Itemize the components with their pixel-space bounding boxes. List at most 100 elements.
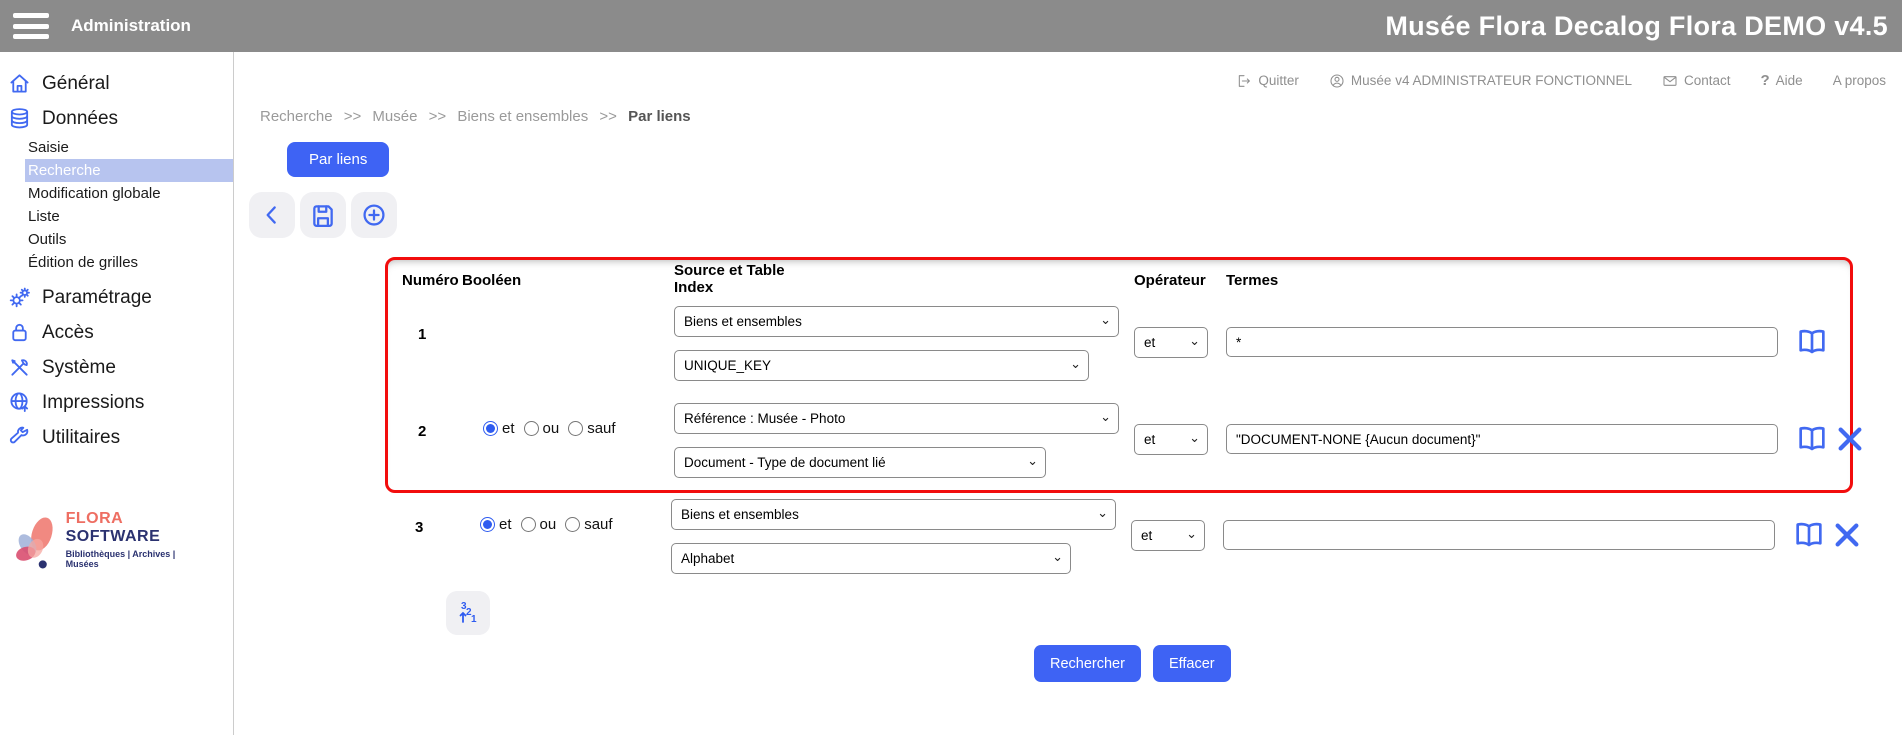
home-icon <box>8 72 31 95</box>
exit-icon <box>1236 73 1252 89</box>
breadcrumb-separator: >> <box>429 108 447 125</box>
sidebar: Général Données Saisie Recherche Modific… <box>0 52 234 735</box>
help-label: Aide <box>1776 73 1803 88</box>
delete-x-icon <box>1831 519 1863 551</box>
header-booleen: Booléen <box>462 272 521 289</box>
envelope-icon <box>1662 73 1678 89</box>
index-browse-button-row1[interactable] <box>1796 326 1828 358</box>
sidebar-item-acces[interactable]: Accès <box>0 315 233 350</box>
source-select-row3[interactable]: Biens et ensembles <box>671 499 1116 530</box>
radio-sauf-row2[interactable]: sauf <box>568 420 615 437</box>
index-browse-button-row2[interactable] <box>1796 423 1828 455</box>
breadcrumb-part[interactable]: Recherche <box>260 108 333 125</box>
sidebar-item-donnees[interactable]: Données <box>0 101 233 136</box>
sidebar-item-general[interactable]: Général <box>0 66 233 101</box>
terms-input-row1[interactable] <box>1226 327 1778 357</box>
sidebar-item-label: Système <box>42 357 116 379</box>
radio-ou-row2[interactable]: ou <box>524 420 560 437</box>
sidebar-item-label: Impressions <box>42 392 144 414</box>
current-user[interactable]: Musée v4 ADMINISTRATEUR FONCTIONNEL <box>1329 73 1632 89</box>
about-label: A propos <box>1833 73 1886 88</box>
sidebar-item-systeme[interactable]: Système <box>0 350 233 385</box>
sidebar-item-recherche[interactable]: Recherche <box>25 159 233 182</box>
help-link[interactable]: ? Aide <box>1761 72 1803 89</box>
question-icon: ? <box>1761 72 1770 89</box>
user-icon <box>1329 73 1345 89</box>
boolean-group-row3: et ou sauf <box>480 516 613 533</box>
gears-icon <box>8 286 31 309</box>
sidebar-item-outils[interactable]: Outils <box>0 228 233 251</box>
delete-row-button-row2[interactable] <box>1834 423 1866 455</box>
plus-circle-icon <box>361 202 387 228</box>
operator-select-row1[interactable]: et <box>1134 327 1208 358</box>
terms-input-row3[interactable] <box>1223 520 1775 550</box>
tools-icon <box>8 356 31 379</box>
sort-321-icon: 3 2 1 <box>453 598 483 628</box>
source-select-row1[interactable]: Biens et ensembles <box>674 306 1119 337</box>
toolbar <box>249 192 397 238</box>
breadcrumb-separator: >> <box>344 108 362 125</box>
user-bar: Quitter Musée v4 ADMINISTRATEUR FONCTION… <box>1236 72 1886 89</box>
sidebar-item-label: Général <box>42 73 110 95</box>
logo-name-software: SOFTWARE <box>66 528 161 545</box>
main-content: Quitter Musée v4 ADMINISTRATEUR FONCTION… <box>235 52 1902 735</box>
terms-input-row2[interactable] <box>1226 424 1778 454</box>
contact-link[interactable]: Contact <box>1662 73 1731 89</box>
radio-sauf-row3[interactable]: sauf <box>565 516 612 533</box>
open-book-icon <box>1796 423 1828 455</box>
header-source-table: Source et Table <box>674 262 785 279</box>
breadcrumb-separator: >> <box>599 108 617 125</box>
sidebar-item-edition-de-grilles[interactable]: Édition de grilles <box>0 251 233 274</box>
delete-x-icon <box>1834 423 1866 455</box>
breadcrumb: Recherche >> Musée >> Biens et ensembles… <box>260 108 691 125</box>
form-actions: Rechercher Effacer <box>1034 645 1231 682</box>
sidebar-item-impressions[interactable]: Impressions <box>0 385 233 420</box>
sidebar-item-saisie[interactable]: Saisie <box>0 136 233 159</box>
save-button[interactable] <box>300 192 346 238</box>
sidebar-item-liste[interactable]: Liste <box>0 205 233 228</box>
app-title: Musée Flora Decalog Flora DEMO v4.5 <box>1385 11 1888 42</box>
header-operateur: Opérateur <box>1134 272 1206 289</box>
breadcrumb-part[interactable]: Musée <box>372 108 417 125</box>
globe-print-icon <box>8 391 31 414</box>
back-button[interactable] <box>249 192 295 238</box>
sort-criteria-button[interactable]: 3 2 1 <box>446 591 490 635</box>
index-select-row3[interactable]: Alphabet <box>671 543 1071 574</box>
search-button[interactable]: Rechercher <box>1034 645 1141 682</box>
add-criterion-button[interactable] <box>351 192 397 238</box>
wrench-icon <box>8 426 31 449</box>
index-select-row1[interactable]: UNIQUE_KEY <box>674 350 1089 381</box>
open-book-icon <box>1796 326 1828 358</box>
sidebar-item-parametrage[interactable]: Paramétrage <box>0 280 233 315</box>
lock-icon <box>8 321 31 344</box>
source-select-row2[interactable]: Référence : Musée - Photo <box>674 403 1119 434</box>
top-bar: Administration Musée Flora Decalog Flora… <box>0 0 1902 52</box>
chevron-left-icon <box>259 202 285 228</box>
breadcrumb-current: Par liens <box>628 108 691 125</box>
index-browse-button-row3[interactable] <box>1793 519 1825 551</box>
tab-par-liens[interactable]: Par liens <box>287 142 389 177</box>
operator-select-row3[interactable]: et <box>1131 520 1205 551</box>
operator-select-row2[interactable]: et <box>1134 424 1208 455</box>
quit-link[interactable]: Quitter <box>1236 73 1299 89</box>
sidebar-item-utilitaires[interactable]: Utilitaires <box>0 420 233 455</box>
sidebar-item-label: Accès <box>42 322 94 344</box>
sidebar-item-label: Utilitaires <box>42 427 120 449</box>
radio-ou-row3[interactable]: ou <box>521 516 557 533</box>
radio-et-row3[interactable]: et <box>480 516 512 533</box>
sidebar-item-modification-globale[interactable]: Modification globale <box>0 182 233 205</box>
row-number: 1 <box>418 326 426 343</box>
clear-button[interactable]: Effacer <box>1153 645 1231 682</box>
contact-label: Contact <box>1684 73 1731 88</box>
sidebar-item-label: Données <box>42 108 118 130</box>
flora-flower-icon <box>6 511 62 573</box>
delete-row-button-row3[interactable] <box>1831 519 1863 551</box>
user-label: Musée v4 ADMINISTRATEUR FONCTIONNEL <box>1351 73 1632 88</box>
logo-tagline: Bibliothèques | Archives | Musées <box>66 549 206 569</box>
hamburger-menu-icon[interactable] <box>13 13 49 39</box>
about-link[interactable]: A propos <box>1833 73 1886 88</box>
breadcrumb-part[interactable]: Biens et ensembles <box>457 108 588 125</box>
index-select-row2[interactable]: Document - Type de document lié <box>674 447 1046 478</box>
header-termes: Termes <box>1226 272 1278 289</box>
radio-et-row2[interactable]: et <box>483 420 515 437</box>
